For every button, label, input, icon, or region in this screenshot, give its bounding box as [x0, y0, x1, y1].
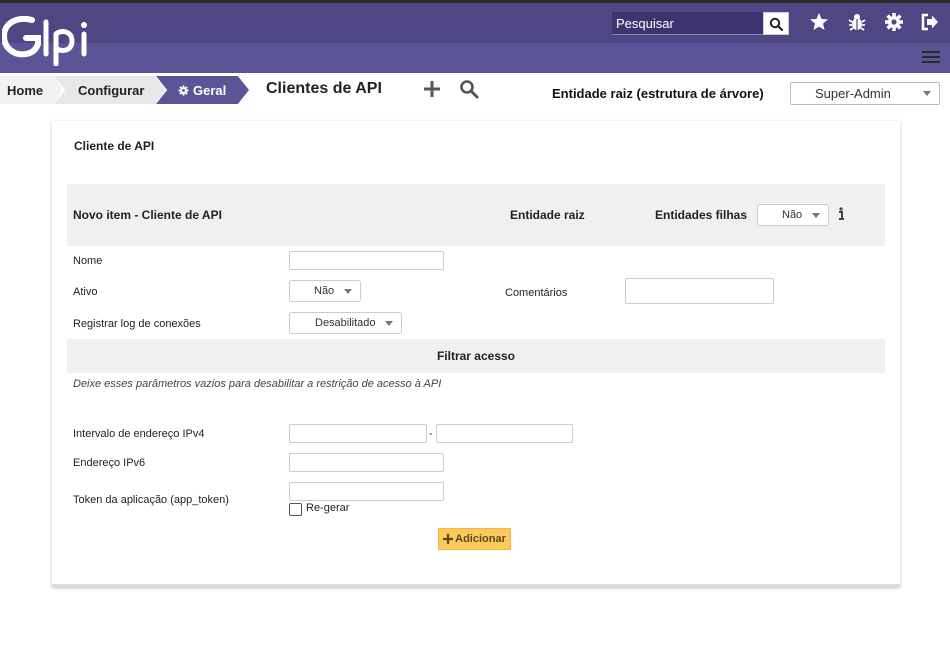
name-field[interactable]	[289, 251, 444, 270]
info-icon[interactable]	[836, 207, 846, 221]
form-header-title: Novo item - Cliente de API	[73, 208, 222, 222]
comments-label: Comentários	[505, 287, 568, 299]
search-icon	[769, 17, 783, 31]
menu-hamburger-icon[interactable]	[922, 48, 942, 66]
breadcrumb-geral-label: Geral	[193, 82, 227, 98]
ipv4-start-field[interactable]	[289, 424, 427, 443]
ipv6-label: Endereço IPv6	[73, 457, 146, 469]
profile-select-value: Super-Admin	[815, 86, 891, 101]
chevron-down-icon	[385, 321, 393, 326]
chevron-down-icon	[812, 213, 820, 218]
regenerate-checkbox[interactable]	[289, 503, 302, 516]
breadcrumb-home-label: Home	[7, 82, 44, 98]
global-search-button[interactable]	[763, 12, 789, 35]
global-search[interactable]	[612, 12, 764, 35]
global-search-input[interactable]	[612, 12, 764, 34]
chevron-down-icon	[344, 289, 352, 294]
active-label: Ativo	[73, 286, 98, 298]
active-select[interactable]: Não	[289, 280, 361, 302]
token-label: Token da aplicação (app_token)	[73, 494, 229, 506]
sub-bar	[0, 43, 950, 73]
active-select-value: Não	[314, 285, 335, 297]
comments-textarea[interactable]	[625, 278, 774, 304]
log-label: Registrar log de conexões	[73, 318, 201, 330]
chevron-down-icon	[923, 91, 931, 96]
search-icon[interactable]	[459, 79, 479, 99]
glpi-logo[interactable]	[2, 10, 94, 66]
gear-icon	[178, 85, 189, 95]
filter-hint: Deixe esses parâmetros vazios para desab…	[73, 378, 442, 390]
active-entity[interactable]: Entidade raiz (estrutura de árvore)	[552, 86, 764, 101]
breadcrumb-configurar[interactable]: Configurar	[54, 76, 166, 104]
favorites-icon[interactable]	[808, 11, 830, 33]
page-title[interactable]: Clientes de API	[266, 80, 382, 98]
add-button-label: Adicionar	[455, 533, 506, 545]
ipv4-label: Intervalo de endereço IPv4	[73, 428, 205, 440]
debug-bug-icon[interactable]	[846, 11, 868, 33]
regenerate-label[interactable]: Re-gerar	[306, 502, 349, 514]
plus-icon	[443, 534, 454, 544]
profile-select[interactable]: Super-Admin	[790, 82, 940, 105]
logout-icon[interactable]	[919, 11, 941, 33]
gear-icon[interactable]	[883, 11, 905, 33]
breadcrumb-configurar-label: Configurar	[78, 82, 145, 98]
child-entities-select[interactable]: Não	[757, 204, 829, 226]
ipv4-range-separator: -	[429, 428, 433, 440]
ipv6-field[interactable]	[289, 453, 444, 472]
plus-icon[interactable]	[422, 79, 442, 99]
breadcrumb-geral[interactable]: Geral	[156, 76, 249, 104]
form-header-entity: Entidade raiz	[510, 208, 585, 222]
form-tab-title[interactable]: Cliente de API	[74, 139, 154, 153]
log-select-value: Desabilitado	[315, 317, 376, 329]
name-label: Nome	[73, 255, 103, 267]
log-select[interactable]: Desabilitado	[289, 312, 402, 334]
ipv4-end-field[interactable]	[436, 424, 573, 443]
add-button[interactable]: Adicionar	[438, 528, 511, 550]
breadcrumb-home[interactable]: Home	[0, 76, 62, 104]
child-entities-label: Entidades filhas	[655, 208, 748, 222]
filter-section-title: Filtrar acesso	[436, 349, 516, 363]
app-token-field[interactable]	[289, 482, 444, 501]
child-entities-value: Não	[782, 209, 803, 221]
